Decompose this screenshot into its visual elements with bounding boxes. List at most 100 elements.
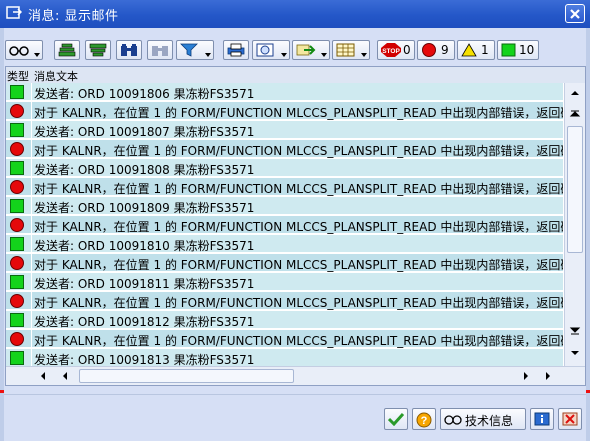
message-text: 对于 KALNR，在位置 1 的 FORM/FUNCTION MLCCS_PLA… xyxy=(34,182,563,196)
filter-stop-button[interactable]: STOP 0 xyxy=(377,40,415,60)
horizontal-scroll-thumb[interactable] xyxy=(79,369,294,383)
message-text: 发送者: ORD 10091808 果冻粉FS3571 xyxy=(34,163,255,177)
table-columns-icon xyxy=(336,43,355,57)
find-next-button[interactable] xyxy=(147,40,173,60)
columns-button[interactable] xyxy=(332,40,370,60)
column-divider xyxy=(31,140,32,158)
window-accent-right xyxy=(586,390,590,393)
table-row[interactable]: 对于 KALNR，在位置 1 的 FORM/FUNCTION MLCCS_PLA… xyxy=(6,140,563,158)
vertical-scroll-thumb[interactable] xyxy=(567,126,583,253)
message-text: 对于 KALNR，在位置 1 的 FORM/FUNCTION MLCCS_PLA… xyxy=(34,296,563,310)
table-row[interactable]: 对于 KALNR，在位置 1 的 FORM/FUNCTION MLCCS_PLA… xyxy=(6,254,563,272)
table-row[interactable]: 对于 KALNR，在位置 1 的 FORM/FUNCTION MLCCS_PLA… xyxy=(6,178,563,196)
scroll-left-icon[interactable] xyxy=(36,369,50,383)
message-text: 发送者: ORD 10091807 果冻粉FS3571 xyxy=(34,125,255,139)
table-row[interactable]: 对于 KALNR，在位置 1 的 FORM/FUNCTION MLCCS_PLA… xyxy=(6,102,563,120)
dropdown-arrow-icon xyxy=(281,53,287,57)
cancel-icon xyxy=(562,412,578,426)
message-text: 对于 KALNR，在位置 1 的 FORM/FUNCTION MLCCS_PLA… xyxy=(34,258,563,272)
column-divider xyxy=(31,254,32,272)
column-divider xyxy=(31,216,32,234)
error-status-icon xyxy=(10,256,24,270)
table-row[interactable]: 对于 KALNR，在位置 1 的 FORM/FUNCTION MLCCS_PLA… xyxy=(6,216,563,234)
scroll-up-icon[interactable] xyxy=(567,85,583,101)
message-text: 对于 KALNR，在位置 1 的 FORM/FUNCTION MLCCS_PLA… xyxy=(34,144,563,158)
success-status-icon xyxy=(10,85,24,99)
message-dialog: 消息: 显示邮件 STOP 0 9 1 10 类型 消息文本 发送者: ORD … xyxy=(0,0,590,441)
layout-button[interactable] xyxy=(252,40,290,60)
filter-error-button[interactable]: 9 xyxy=(417,40,455,60)
scroll-page-up-icon[interactable] xyxy=(567,105,583,121)
table-row[interactable]: 发送者: ORD 10091812 果冻粉FS3571 xyxy=(6,311,563,329)
success-status-icon xyxy=(10,275,24,289)
checkmark-icon xyxy=(388,412,404,426)
column-divider xyxy=(31,292,32,310)
info-button[interactable] xyxy=(530,408,554,430)
column-header-type[interactable]: 类型 xyxy=(7,68,29,84)
stop-sign-icon: STOP xyxy=(381,43,401,57)
vertical-scrollbar[interactable] xyxy=(564,83,585,366)
help-button[interactable]: ? xyxy=(412,408,436,430)
table-row[interactable]: 发送者: ORD 10091806 果冻粉FS3571 xyxy=(6,83,563,101)
message-text: 发送者: ORD 10091811 果冻粉FS3571 xyxy=(34,277,255,291)
table-row[interactable]: 对于 KALNR，在位置 1 的 FORM/FUNCTION MLCCS_PLA… xyxy=(6,292,563,310)
column-header-text[interactable]: 消息文本 xyxy=(34,68,78,84)
export-button[interactable] xyxy=(292,40,330,60)
binoculars-icon xyxy=(121,44,137,56)
technical-info-button[interactable]: 技术信息 xyxy=(440,408,526,430)
sort-down-icon xyxy=(89,43,107,57)
cancel-button[interactable] xyxy=(558,408,582,430)
table-row[interactable]: 发送者: ORD 10091813 果冻粉FS3571 xyxy=(6,349,563,366)
success-status-icon xyxy=(10,313,24,327)
column-divider xyxy=(31,311,32,329)
error-status-icon xyxy=(10,218,24,232)
success-status-icon xyxy=(10,237,24,251)
window-border-right xyxy=(586,28,590,441)
table-row[interactable]: 发送者: ORD 10091808 果冻粉FS3571 xyxy=(6,159,563,177)
scroll-page-right-icon[interactable] xyxy=(519,369,533,383)
error-status-icon xyxy=(10,104,24,118)
column-divider xyxy=(31,197,32,215)
find-button[interactable] xyxy=(116,40,142,60)
layout-icon xyxy=(256,43,274,57)
message-text: 发送者: ORD 10091809 果冻粉FS3571 xyxy=(34,201,255,215)
table-row[interactable]: 发送者: ORD 10091811 果冻粉FS3571 xyxy=(6,273,563,291)
scroll-page-left-icon[interactable] xyxy=(58,369,72,383)
window-border-left xyxy=(0,28,4,441)
column-divider xyxy=(31,330,32,348)
printer-icon xyxy=(227,43,245,57)
toolbar: STOP 0 9 1 10 xyxy=(4,36,586,64)
scroll-page-down-icon[interactable] xyxy=(567,323,583,339)
print-button[interactable] xyxy=(223,40,249,60)
column-divider xyxy=(31,83,32,101)
error-status-icon xyxy=(10,142,24,156)
table-row[interactable]: 发送者: ORD 10091807 果冻粉FS3571 xyxy=(6,121,563,139)
table-row[interactable]: 发送者: ORD 10091809 果冻粉FS3571 xyxy=(6,197,563,215)
column-divider xyxy=(31,178,32,196)
horizontal-scrollbar[interactable] xyxy=(6,366,585,385)
column-divider xyxy=(31,273,32,291)
table-row[interactable]: 发送者: ORD 10091810 果冻粉FS3571 xyxy=(6,235,563,253)
sort-descending-button[interactable] xyxy=(85,40,111,60)
message-text: 对于 KALNR，在位置 1 的 FORM/FUNCTION MLCCS_PLA… xyxy=(34,220,563,234)
details-menu-button[interactable] xyxy=(5,40,43,60)
success-status-icon xyxy=(10,199,24,213)
continue-button[interactable] xyxy=(384,408,408,430)
error-status-icon xyxy=(10,332,24,346)
success-status-icon xyxy=(10,351,24,365)
scroll-right-icon[interactable] xyxy=(541,369,555,383)
scroll-down-icon[interactable] xyxy=(567,345,583,361)
filter-success-button[interactable]: 10 xyxy=(497,40,539,60)
close-button[interactable] xyxy=(565,4,585,23)
sort-ascending-button[interactable] xyxy=(54,40,80,60)
table-row[interactable]: 对于 KALNR，在位置 1 的 FORM/FUNCTION MLCCS_PLA… xyxy=(6,330,563,348)
success-status-icon xyxy=(10,123,24,137)
stop-count: 0 xyxy=(403,43,411,57)
success-count: 10 xyxy=(519,43,535,57)
message-text: 发送者: ORD 10091806 果冻粉FS3571 xyxy=(34,87,255,101)
close-icon xyxy=(570,9,580,19)
message-text: 发送者: ORD 10091810 果冻粉FS3571 xyxy=(34,239,255,253)
filter-warning-button[interactable]: 1 xyxy=(457,40,495,60)
dropdown-arrow-icon xyxy=(205,53,211,57)
filter-button[interactable] xyxy=(176,40,214,60)
